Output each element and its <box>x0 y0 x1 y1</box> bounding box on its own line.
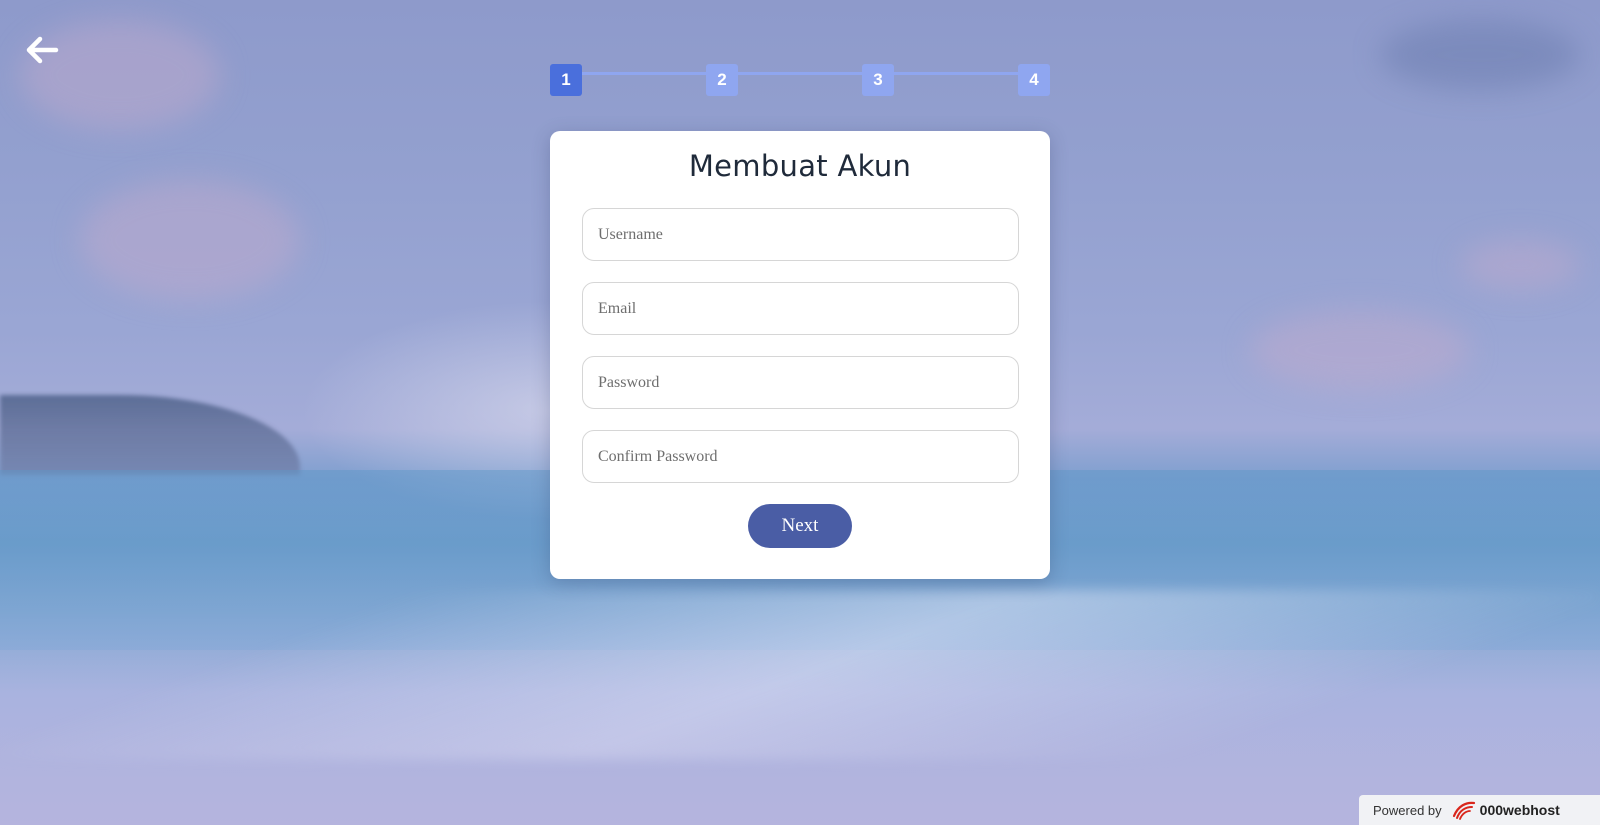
brand-name: 000webhost <box>1479 802 1560 818</box>
next-button[interactable]: Next <box>748 504 852 548</box>
powered-by-badge[interactable]: Powered by 000webhost <box>1359 795 1600 825</box>
back-arrow-icon[interactable] <box>22 32 62 68</box>
stepper-line <box>566 72 1034 75</box>
powered-by-text: Powered by <box>1373 802 1442 818</box>
password-input[interactable] <box>582 356 1019 409</box>
form-title: Membuat Akun <box>688 149 912 183</box>
progress-stepper: 1 2 3 4 <box>550 64 1050 96</box>
step-3: 3 <box>862 64 894 96</box>
step-4: 4 <box>1018 64 1050 96</box>
step-1: 1 <box>550 64 582 96</box>
000webhost-logo-icon <box>1450 800 1476 820</box>
username-input[interactable] <box>582 208 1019 261</box>
email-input[interactable] <box>582 282 1019 335</box>
signup-card: Membuat Akun Next <box>550 131 1050 579</box>
step-2: 2 <box>706 64 738 96</box>
confirm-password-input[interactable] <box>582 430 1019 483</box>
